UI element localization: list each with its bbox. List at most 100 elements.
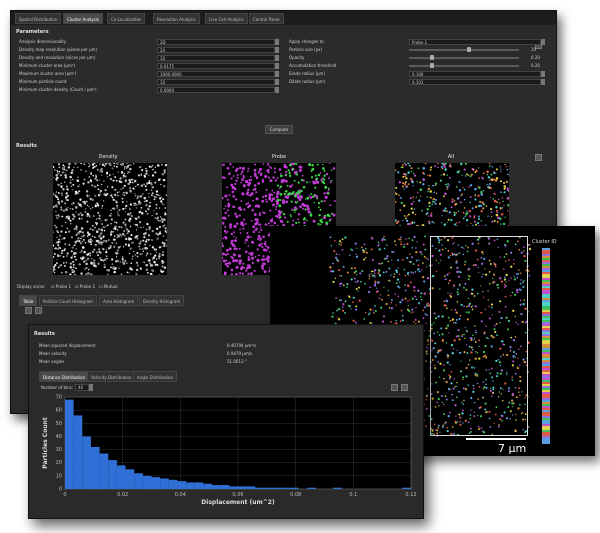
cluster-point (430, 212, 433, 215)
checkbox-probe-2[interactable]: ☑ Probe 2 (75, 284, 95, 289)
probe-magenta-point (230, 239, 234, 243)
probe-green-point (294, 208, 297, 211)
param-spinner-6[interactable] (275, 87, 279, 93)
cluster-point (377, 244, 380, 247)
probe-magenta-point (269, 219, 274, 223)
result-tab-density-histogram[interactable]: Density Histogram (139, 295, 185, 306)
tab-control-panel[interactable]: Control Panel (249, 13, 284, 24)
save-icon[interactable] (535, 154, 542, 161)
probe-magenta-point (232, 175, 235, 177)
density-speck (96, 229, 98, 232)
probe-magenta-point (261, 199, 265, 203)
cluster-point (424, 235, 427, 238)
checkbox-probe-1[interactable]: ☑ Probe 1 (51, 284, 71, 289)
density-speck (161, 262, 164, 265)
right-param-field-4[interactable]: 0.100 (409, 71, 541, 77)
tab-resolution-analysis[interactable]: Resolution Analysis (153, 13, 200, 24)
cluster-point (334, 256, 338, 259)
param-spinner-4[interactable] (275, 71, 279, 77)
slider-knob-3[interactable] (430, 63, 435, 68)
density-speck (130, 262, 132, 265)
density-speck (115, 260, 118, 263)
histogram-bar (177, 481, 187, 489)
density-speck (101, 205, 104, 207)
probe-magenta-point (270, 199, 274, 203)
checkbox-mutual[interactable]: ☐ Mutual (99, 284, 118, 289)
cluster-point (408, 222, 412, 225)
param-field-5[interactable]: 10 (157, 79, 275, 85)
cluster-point (383, 286, 385, 288)
param-spinner-5[interactable] (275, 79, 279, 85)
cluster-point (377, 268, 381, 272)
tab-co-localization[interactable]: Co-Localization (107, 13, 146, 24)
x-axis-label: Displacement (um^2) (201, 499, 275, 506)
result-tab-table[interactable]: Table (19, 295, 38, 306)
probe-magenta-point (224, 211, 227, 215)
cluster-point (503, 181, 506, 184)
probe-magenta-point (226, 264, 230, 268)
copy-icon[interactable] (25, 307, 32, 314)
right-param-field-5[interactable]: 0.101 (409, 79, 541, 85)
param-spinner-1[interactable] (275, 47, 279, 53)
cluster-point (413, 321, 415, 323)
probe-magenta-point (255, 204, 259, 208)
tab-spatial-distribution[interactable]: Spatial Distribution (15, 13, 62, 24)
compute-button[interactable]: Compute (265, 125, 293, 134)
density-speck (154, 166, 157, 168)
density-speck (56, 216, 59, 220)
density-speck (57, 183, 59, 186)
slider-knob-2[interactable] (430, 55, 435, 60)
probe-green-point (289, 214, 292, 216)
param-field-6[interactable]: 0.0000 (157, 87, 275, 93)
density-speck (81, 240, 84, 243)
cluster-point (405, 238, 407, 240)
param-spinner-2[interactable] (275, 55, 279, 61)
param-spinner-0[interactable] (275, 39, 279, 45)
probe-magenta-point (262, 163, 265, 165)
slider-knob-1[interactable] (467, 47, 472, 52)
cluster-point (374, 268, 377, 272)
cluster-point (462, 211, 465, 214)
cluster-point (406, 256, 409, 260)
probe-green-point (288, 192, 292, 196)
cluster-point (435, 198, 438, 201)
density-speck (93, 264, 96, 267)
param-spinner-3[interactable] (275, 63, 279, 69)
export-table-icon[interactable] (35, 307, 42, 314)
right-param-slider-3[interactable] (409, 65, 519, 67)
right-param-value-3: 0.20 (531, 63, 540, 68)
result-tab-particle-count-histogram[interactable]: Particle Count Histogram (39, 295, 97, 306)
param-field-3[interactable]: 0.0175 (157, 63, 275, 69)
param-field-0[interactable]: 2D (157, 39, 275, 45)
right-param-slider-1[interactable] (409, 49, 519, 51)
probe-magenta-point (251, 241, 255, 244)
density-speck (110, 223, 112, 225)
param-field-2[interactable]: 10 (157, 55, 275, 61)
right-param-slider-2[interactable] (409, 57, 519, 59)
dropdown-arrow-0[interactable] (541, 39, 545, 45)
right-param-spinner-5[interactable] (541, 79, 545, 85)
density-speck (135, 268, 139, 272)
probe-green-point (278, 204, 282, 208)
density-speck (149, 253, 152, 255)
tab-cluster-analysis[interactable]: Cluster Analysis (63, 13, 103, 24)
param-field-4[interactable]: 1000.0000 (157, 71, 275, 77)
cluster-point (413, 289, 416, 292)
probe-magenta-point (233, 235, 235, 238)
cluster-point (404, 284, 407, 286)
cluster-point (440, 174, 442, 176)
density-speck (71, 203, 73, 205)
density-speck (60, 182, 62, 184)
right-param-field-0[interactable]: Probe 1 (409, 39, 541, 45)
right-param-spinner-4[interactable] (541, 71, 545, 77)
result-tab-area-histogram[interactable]: Area Histogram (99, 295, 139, 306)
probe-green-point (309, 181, 311, 183)
cluster-point (401, 319, 404, 322)
density-speck (117, 171, 119, 173)
cluster-point (425, 407, 428, 410)
param-field-1[interactable]: 20 (157, 47, 275, 53)
tab-live-cell-analysis[interactable]: Live Cell Analysis (205, 13, 248, 24)
probe-magenta-point (227, 214, 230, 217)
cluster-point (350, 267, 353, 270)
probe-magenta-point (228, 261, 232, 265)
